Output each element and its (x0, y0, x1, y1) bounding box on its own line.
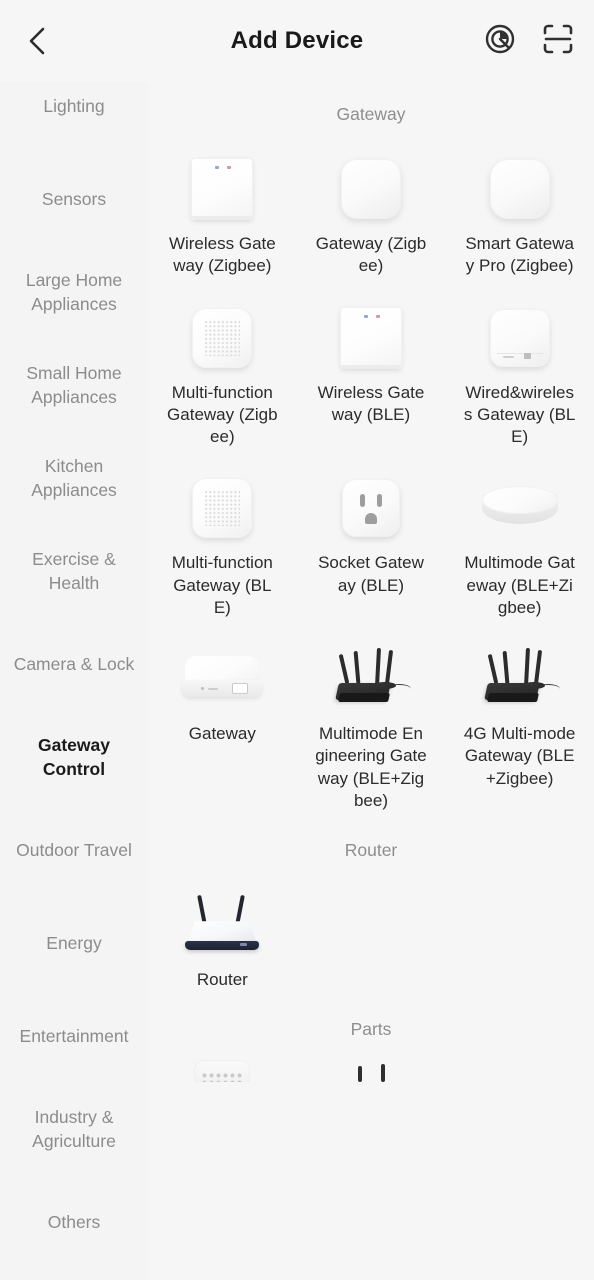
sidebar-item-lighting[interactable]: Lighting (0, 82, 148, 153)
sidebar-item-large-home-appliances[interactable]: Large Home Appliances (0, 246, 148, 339)
device-label: Multi-function Gateway (BLE) (171, 553, 273, 617)
device-label: Wired&wireless Gateway (BLE) (463, 382, 576, 447)
sidebar-item-industry-agriculture[interactable]: Industry & Agriculture (0, 1083, 148, 1176)
device-label: Multimode Engineering Gateway (BLE+Zigbe… (315, 724, 427, 810)
section-title: Gateway (336, 104, 406, 124)
sidebar-item-label: Gateway Control (38, 735, 110, 779)
square-gateway-icon (328, 300, 414, 376)
device-label: 4G Multi-mode Gateway (BLE+Zigbee) (463, 724, 576, 788)
device-grid: Router (148, 871, 594, 997)
parts-dots-icon (194, 1060, 251, 1083)
device-card[interactable]: Gateway (Zigbee) (297, 135, 446, 284)
device-card[interactable]: Wireless Gateway (BLE) (297, 284, 446, 455)
sidebar-item-small-home-appliances[interactable]: Small Home Appliances (0, 339, 148, 432)
rounded-gateway-pro-icon (477, 151, 563, 227)
device-card[interactable]: Multi-function Gateway (Zigbee) (148, 284, 297, 455)
category-sidebar[interactable]: Lighting Sensors Large Home Appliances Smal… (0, 82, 148, 1280)
device-label: Wireless Gateway (BLE) (317, 382, 425, 424)
sidebar-item-label: Energy (46, 932, 102, 953)
sidebar-item-exercise-health[interactable]: Exercise & Health (0, 525, 148, 618)
sidebar-item-label: Sensors (41, 188, 107, 209)
auto-scan-button[interactable] (482, 23, 518, 59)
device-card[interactable] (297, 1050, 446, 1083)
section-title: Router (344, 840, 398, 861)
device-label: Gateway (Zigbee) (315, 234, 427, 276)
sidebar-item-gateway-control[interactable]: Gateway Control (0, 711, 148, 804)
device-label: Wireless Gateway (Zigbee) (168, 234, 276, 276)
device-card[interactable]: Wireless Gateway (Zigbee) (148, 135, 297, 284)
sidebar-item-kitchen-appliances[interactable]: Kitchen Appliances (0, 432, 148, 525)
sidebar-item-energy[interactable]: Energy (0, 897, 148, 990)
flat-box-gateway-icon (179, 641, 265, 717)
black-router-icon (477, 641, 563, 717)
device-grid-partial (148, 1050, 594, 1083)
device-card[interactable]: Socket Gateway (BLE) (297, 454, 446, 625)
white-router-icon (179, 887, 265, 963)
sidebar-item-label: Kitchen Appliances (31, 456, 117, 500)
qr-scan-button[interactable] (540, 23, 576, 59)
section-title: Parts (350, 1019, 392, 1040)
device-card-empty (445, 1050, 594, 1082)
device-label: Multi-function Gateway (Zigbee) (167, 382, 278, 447)
rounded-gateway-icon (328, 151, 414, 227)
device-label: Router (196, 970, 248, 990)
black-router-icon (328, 641, 414, 717)
sidebar-item-label: Others (47, 1211, 101, 1232)
device-label: Multimode Gateway (BLE+Zigbee) (464, 553, 575, 617)
puck-gateway-icon (477, 470, 563, 546)
header-actions (482, 23, 576, 59)
socket-gateway-icon (328, 470, 414, 546)
sidebar-item-others[interactable]: Others (0, 1176, 148, 1269)
device-label: Gateway (188, 724, 256, 744)
sidebar-item-label: Industry & Agriculture (32, 1107, 116, 1151)
device-card[interactable]: 4G Multi-mode Gateway (BLE+Zigbee) (445, 625, 594, 818)
device-card[interactable]: Smart Gateway Pro (Zigbee) (445, 135, 594, 284)
device-card[interactable]: Multimode Engineering Gateway (BLE+Zigbe… (297, 625, 446, 818)
device-list-panel[interactable]: Gateway Wireless Gateway (Zigbee) Gateway … (148, 82, 594, 1280)
sidebar-item-label: Small Home Appliances (26, 363, 122, 407)
device-card[interactable]: Multimode Gateway (BLE+Zigbee) (445, 454, 594, 625)
target-scan-icon (484, 23, 516, 60)
app-header: Add Device (0, 0, 594, 82)
sidebar-item-label: Lighting (43, 95, 105, 116)
sidebar-item-sensors[interactable]: Sensors (0, 153, 148, 246)
wired-gateway-icon (477, 300, 563, 376)
device-card[interactable]: Gateway (148, 625, 297, 818)
square-gateway-icon (179, 151, 265, 227)
sidebar-item-entertainment[interactable]: Entertainment (0, 990, 148, 1083)
mesh-gateway-icon (179, 300, 265, 376)
mesh-gateway-icon (179, 470, 265, 546)
device-card[interactable]: Multi-function Gateway (BLE) (148, 454, 297, 625)
add-device-screen: Add Device Lighting Sensors Large Home A… (0, 0, 594, 1280)
device-card[interactable]: Router (148, 871, 297, 997)
sidebar-item-label: Outdoor Travel (16, 839, 132, 860)
sidebar-item-outdoor-travel[interactable]: Outdoor Travel (0, 804, 148, 897)
device-card[interactable]: Wired&wireless Gateway (BLE) (445, 284, 594, 455)
device-label: Smart Gateway Pro (Zigbee) (465, 234, 574, 276)
parts-bars-icon (343, 1060, 399, 1083)
sidebar-item-label: Large Home Appliances (25, 270, 123, 314)
sidebar-item-label: Camera & Lock (13, 653, 135, 674)
sidebar-item-camera-lock[interactable]: Camera & Lock (0, 618, 148, 711)
qr-scan-icon (542, 23, 574, 60)
device-card[interactable] (148, 1050, 297, 1083)
sidebar-item-label: Entertainment (19, 1025, 129, 1046)
device-grid: Wireless Gateway (Zigbee) Gateway (Zigbee… (148, 135, 594, 818)
sidebar-item-label: Exercise & Health (32, 549, 116, 593)
device-label: Socket Gateway (BLE) (318, 553, 424, 595)
